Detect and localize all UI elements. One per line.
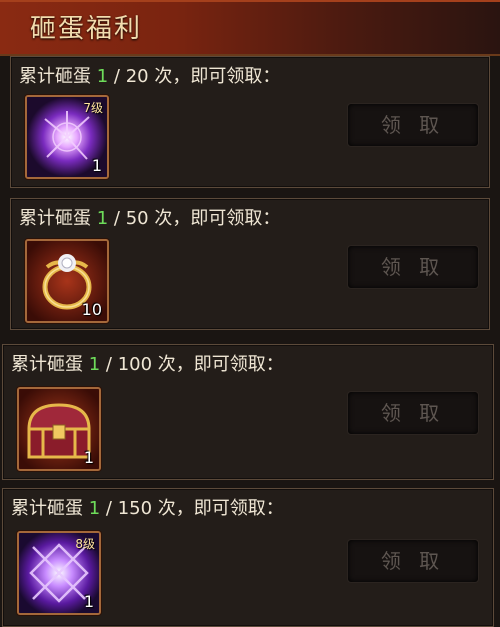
current-count: 1 — [88, 354, 101, 375]
current-count: 1 — [88, 498, 101, 519]
reward-item-slot[interactable]: 7级 1 — [25, 95, 109, 179]
claim-button[interactable]: 领 取 — [347, 391, 479, 435]
current-count: 1 — [96, 208, 109, 229]
item-quantity: 1 — [83, 448, 94, 467]
reward-panel-20: 累计砸蛋 1 / 20 次，即可领取： 7级 1 领 取 — [10, 56, 490, 188]
item-level-badge: 8级 — [75, 537, 95, 551]
item-quantity: 10 — [81, 300, 102, 319]
current-count: 1 — [96, 66, 109, 87]
reward-item-slot[interactable]: 8级 1 — [17, 531, 101, 615]
reward-panel-150: 累计砸蛋 1 / 150 次，即可领取： 8级 1 领 取 — [2, 488, 494, 627]
section-header: 砸蛋福利 — [0, 0, 500, 56]
item-level-badge: 7级 — [83, 101, 103, 115]
claim-button[interactable]: 领 取 — [347, 103, 479, 147]
reward-panel-100: 累计砸蛋 1 / 100 次，即可领取： 1 领 取 — [2, 344, 494, 480]
reward-requirement: 累计砸蛋 1 / 20 次，即可领取： — [19, 66, 281, 87]
reward-panel-50: 累计砸蛋 1 / 50 次，即可领取： 10 领 取 — [10, 198, 490, 330]
reward-item-slot[interactable]: 10 — [25, 239, 109, 323]
item-quantity: 1 — [91, 156, 102, 175]
reward-requirement: 累计砸蛋 1 / 150 次，即可领取： — [11, 498, 284, 519]
section-title: 砸蛋福利 — [30, 14, 143, 44]
claim-button[interactable]: 领 取 — [347, 539, 479, 583]
reward-item-slot[interactable]: 1 — [17, 387, 101, 471]
reward-requirement: 累计砸蛋 1 / 50 次，即可领取： — [19, 208, 281, 229]
reward-requirement: 累计砸蛋 1 / 100 次，即可领取： — [11, 354, 284, 375]
item-quantity: 1 — [83, 592, 94, 611]
claim-button[interactable]: 领 取 — [347, 245, 479, 289]
